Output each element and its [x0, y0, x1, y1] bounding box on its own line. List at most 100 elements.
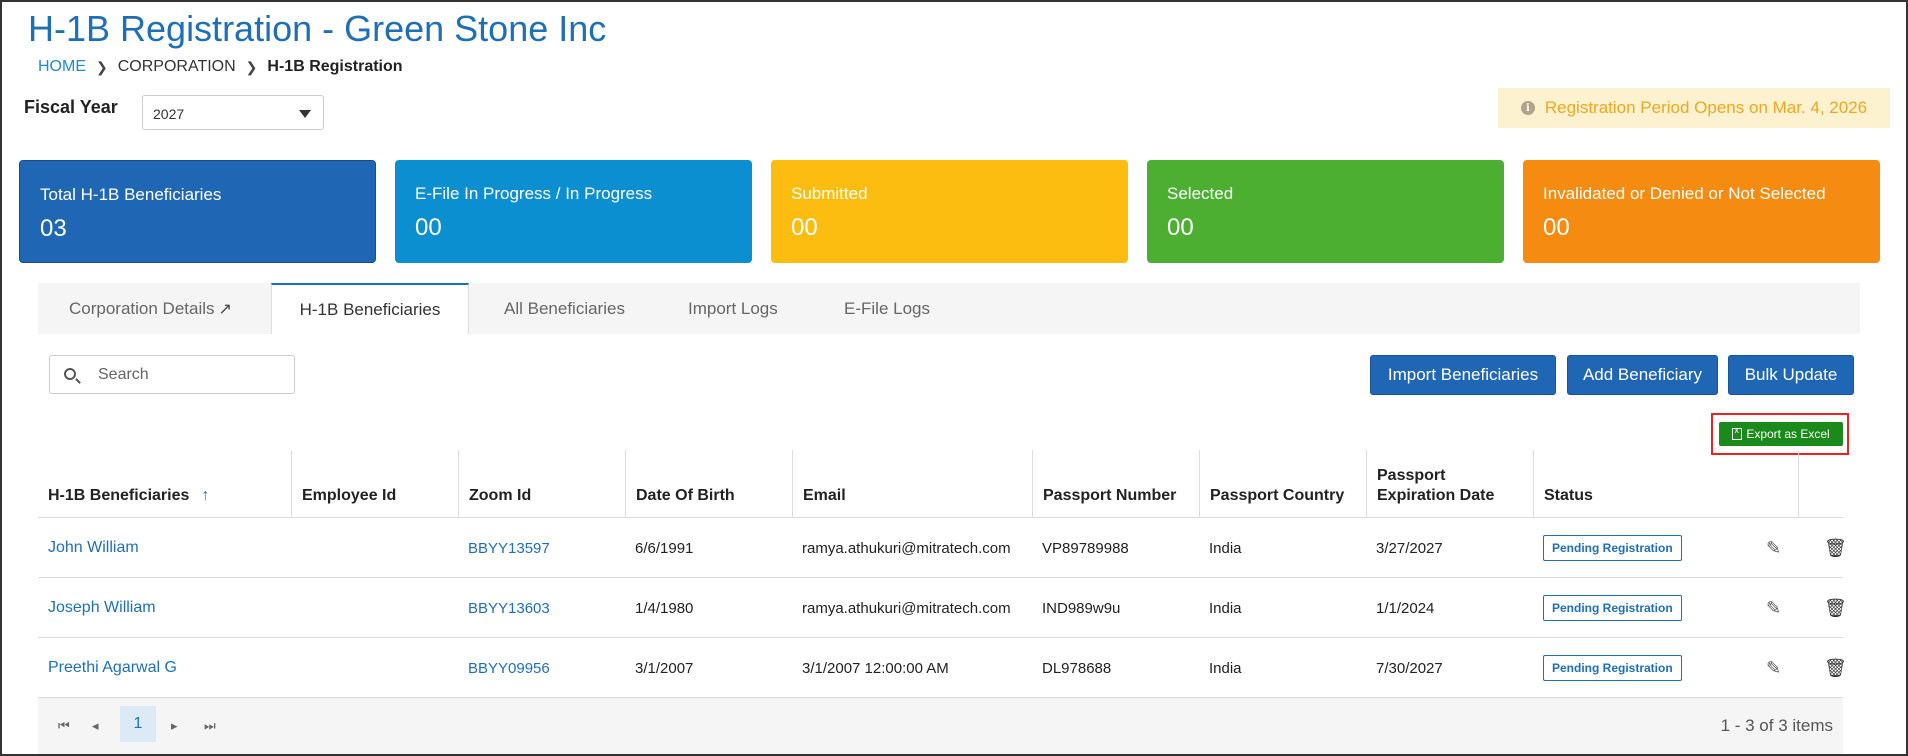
card-value: 03 — [40, 215, 67, 242]
cell-dob: 1/4/1980 — [635, 599, 694, 617]
excel-file-icon — [1732, 425, 1743, 440]
fiscal-year-label: Fiscal Year — [24, 97, 118, 117]
column-header-employee-id[interactable]: Employee Id — [291, 450, 458, 518]
search-input[interactable] — [98, 356, 288, 393]
breadcrumb-corporation[interactable]: CORPORATION — [118, 58, 236, 76]
card-value: 00 — [1167, 214, 1194, 241]
table-row: Joseph William BBYY13603 1/4/1980 ramya.… — [38, 578, 1847, 638]
cell-passport-number: VP89789988 — [1042, 539, 1129, 557]
add-beneficiary-button[interactable]: Add Beneficiary — [1567, 355, 1718, 395]
card-total-beneficiaries[interactable]: Total H-1B Beneficiaries 03 — [19, 160, 376, 263]
card-label: Submitted — [791, 184, 868, 203]
fiscal-year-select[interactable]: 2027 — [142, 95, 324, 130]
info-icon: i — [1520, 101, 1535, 115]
cell-passport-country: India — [1209, 599, 1242, 617]
page-number-current[interactable]: 1 — [120, 706, 156, 742]
card-label: Invalidated or Denied or Not Selected — [1543, 184, 1826, 203]
tab-corporation-details[interactable]: Corporation Details ↗ — [69, 283, 232, 334]
cell-name[interactable]: Preethi Agarwal G — [38, 638, 177, 698]
bulk-update-button[interactable]: Bulk Update — [1728, 355, 1854, 395]
cell-name[interactable]: Joseph William — [38, 578, 156, 638]
cell-passport-number: IND989w9u — [1042, 599, 1121, 617]
cell-passport-number: DL978688 — [1042, 659, 1112, 677]
cell-passport-expiration: 1/1/2024 — [1376, 599, 1435, 617]
cell-zoom-id[interactable]: BBYY09956 — [458, 638, 550, 698]
table-header: H-1B Beneficiaries ↑ Employee Id Zoom Id… — [38, 450, 1843, 518]
column-header-passport-expiration[interactable]: Passport Expiration Date — [1366, 450, 1533, 518]
tab-label: Corporation Details — [69, 298, 215, 318]
card-selected[interactable]: Selected 00 — [1147, 160, 1504, 263]
card-label: Selected — [1167, 184, 1234, 203]
status-badge: Pending Registration — [1543, 595, 1682, 621]
previous-page-icon[interactable]: ◂ — [92, 698, 99, 754]
cell-email: 3/1/2007 12:00:00 AM — [802, 659, 949, 677]
column-header-zoom-id[interactable]: Zoom Id — [458, 450, 625, 518]
status-badge: Pending Registration — [1543, 655, 1682, 681]
card-label: E-File In Progress / In Progress — [415, 184, 653, 203]
export-excel-button[interactable]: Export as Excel — [1719, 422, 1843, 446]
cell-employee-id — [291, 518, 301, 578]
card-value: 00 — [791, 214, 818, 241]
cell-passport-expiration: 7/30/2027 — [1376, 659, 1443, 677]
edit-icon[interactable]: ✎ — [1766, 658, 1784, 678]
card-efile-in-progress[interactable]: E-File In Progress / In Progress 00 — [395, 160, 752, 263]
export-highlight-box: Export as Excel — [1711, 413, 1849, 455]
tab-efile-logs[interactable]: E-File Logs — [844, 283, 930, 334]
next-page-icon[interactable]: ▸ — [171, 698, 178, 754]
registration-notice: i Registration Period Opens on Mar. 4, 2… — [1498, 88, 1890, 128]
breadcrumb: HOME ❯ CORPORATION ❯ H-1B Registration — [38, 58, 403, 76]
tab-bar: Corporation Details ↗ H-1B Beneficiaries… — [38, 283, 1860, 334]
edit-icon[interactable]: ✎ — [1766, 538, 1784, 558]
trash-icon[interactable]: 🗑 — [1824, 598, 1847, 618]
tab-h1b-beneficiaries[interactable]: H-1B Beneficiaries — [271, 283, 469, 334]
cell-name[interactable]: John William — [38, 518, 139, 578]
cell-employee-id — [291, 638, 301, 698]
cell-passport-country: India — [1209, 539, 1242, 557]
card-invalidated[interactable]: Invalidated or Denied or Not Selected 00 — [1523, 160, 1880, 263]
tab-import-logs[interactable]: Import Logs — [688, 283, 778, 334]
breadcrumb-current: H-1B Registration — [267, 58, 403, 75]
cell-passport-expiration: 3/27/2027 — [1376, 539, 1443, 557]
sort-ascending-icon[interactable]: ↑ — [201, 486, 209, 506]
column-header-dob[interactable]: Date Of Birth — [625, 450, 792, 518]
search-box — [49, 355, 295, 394]
cell-status: Pending Registration — [1533, 578, 1682, 638]
tab-label: Import Logs — [688, 298, 778, 318]
column-header-beneficiaries[interactable]: H-1B Beneficiaries ↑ — [38, 450, 291, 518]
breadcrumb-home[interactable]: HOME — [38, 58, 86, 76]
external-link-icon: ↗ — [218, 300, 232, 318]
column-header-passport-country[interactable]: Passport Country — [1199, 450, 1366, 518]
export-label: Export as Excel — [1746, 427, 1830, 441]
tab-label: All Beneficiaries — [504, 298, 625, 318]
column-header-actions — [1798, 450, 1843, 518]
cell-dob: 3/1/2007 — [635, 659, 694, 677]
card-submitted[interactable]: Submitted 00 — [771, 160, 1128, 263]
table-row: John William BBYY13597 6/6/1991 ramya.at… — [38, 518, 1847, 578]
tab-all-beneficiaries[interactable]: All Beneficiaries — [504, 283, 625, 334]
trash-icon[interactable]: 🗑 — [1824, 538, 1847, 558]
cell-status: Pending Registration — [1533, 518, 1682, 578]
search-icon — [64, 368, 76, 380]
page-title: H-1B Registration - Green Stone Inc — [28, 8, 607, 49]
edit-icon[interactable]: ✎ — [1766, 598, 1784, 618]
cell-passport-country: India — [1209, 659, 1242, 677]
pagination-summary: 1 - 3 of 3 items — [1720, 716, 1833, 735]
cell-email: ramya.athukuri@mitratech.com — [802, 539, 1011, 557]
caret-down-icon — [299, 110, 311, 118]
trash-icon[interactable]: 🗑 — [1824, 658, 1847, 678]
chevron-right-icon: ❯ — [96, 58, 108, 75]
cell-status: Pending Registration — [1533, 638, 1682, 698]
last-page-icon[interactable]: ⏭ — [204, 698, 216, 754]
card-label: Total H-1B Beneficiaries — [40, 185, 222, 204]
status-badge: Pending Registration — [1543, 535, 1682, 561]
cell-dob: 6/6/1991 — [635, 539, 694, 557]
pagination-bar: ⏮ ◂ 1 ▸ ⏭ 1 - 3 of 3 items — [38, 698, 1843, 754]
column-header-email[interactable]: Email — [792, 450, 1032, 518]
first-page-icon[interactable]: ⏮ — [58, 698, 70, 754]
cell-zoom-id[interactable]: BBYY13603 — [458, 578, 550, 638]
column-header-status[interactable]: Status — [1533, 450, 1798, 518]
import-beneficiaries-button[interactable]: Import Beneficiaries — [1370, 355, 1556, 395]
column-header-passport-number[interactable]: Passport Number — [1032, 450, 1199, 518]
card-value: 00 — [415, 214, 442, 241]
cell-zoom-id[interactable]: BBYY13597 — [458, 518, 550, 578]
